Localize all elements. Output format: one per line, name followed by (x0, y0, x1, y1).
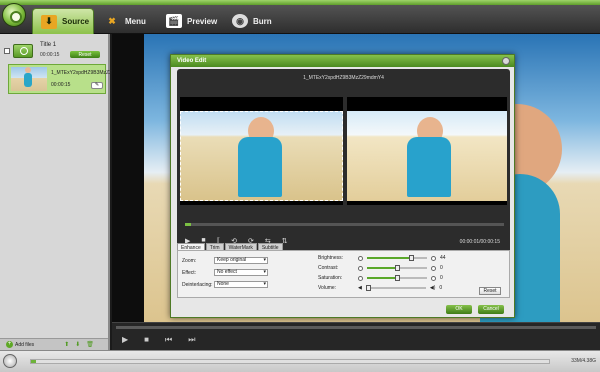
title-strip (0, 0, 600, 5)
dialog-time: 00:00:01/00:00:15 (459, 239, 500, 245)
player-stop-icon[interactable]: ■ (144, 335, 149, 345)
contrast-slider[interactable] (367, 265, 427, 271)
dialog-seek-bar[interactable] (185, 223, 504, 226)
title-reset-button[interactable]: Reset (70, 51, 100, 58)
dvd-title-icon (13, 44, 33, 58)
ok-button[interactable]: OK (446, 305, 472, 314)
flip-vertical-icon[interactable]: ⇅ (282, 237, 288, 245)
clip-thumbnail (11, 67, 47, 91)
title-duration: 00:00:15 (40, 52, 60, 58)
close-icon[interactable] (502, 57, 510, 65)
add-files-button[interactable]: + Add files (6, 341, 34, 348)
contrast-max-icon[interactable] (431, 265, 436, 271)
player-seek-bar[interactable] (116, 326, 596, 329)
output-preview (347, 97, 507, 205)
original-preview (180, 97, 343, 205)
zoom-label: Zoom: (182, 257, 197, 264)
saturation-label: Saturation: (318, 275, 343, 281)
volume-value: 0 (439, 285, 443, 291)
effect-label: Effect: (182, 269, 197, 276)
contrast-value: 0 (440, 265, 443, 271)
player-prev-icon[interactable]: ⏮ (165, 335, 172, 345)
contrast-reset-icon[interactable] (358, 265, 363, 271)
player-play-icon[interactable]: ▶ (122, 335, 128, 345)
tab-source[interactable]: ⬇ Source (32, 8, 94, 34)
brightness-slider[interactable] (367, 255, 427, 261)
volume-mute-icon[interactable]: ◀ (358, 285, 362, 291)
tab-menu-label: Menu (125, 16, 146, 26)
tab-source-label: Source (62, 17, 90, 26)
brightness-reset-icon[interactable] (358, 255, 363, 261)
saturation-reset-icon[interactable] (358, 275, 363, 281)
zoom-select[interactable]: Keep original (214, 257, 268, 264)
preview-icon: 🎬 (166, 14, 182, 28)
saturation-value: 0 (440, 275, 443, 281)
volume-label: Volume: (318, 285, 337, 291)
saturation-max-icon[interactable] (431, 275, 436, 281)
tab-preview[interactable]: 🎬 Preview (158, 8, 222, 34)
crop-box[interactable] (180, 111, 343, 201)
reset-button[interactable]: Reset (479, 287, 501, 295)
clip-item[interactable]: 1_MTExY2xpdHZ9B3MzZ29mdmY4 00:00:15 ✎ (8, 64, 132, 94)
capacity-bar (30, 359, 550, 364)
volume-icon: ◀) (429, 285, 436, 291)
delete-icon[interactable]: 🗑 (86, 341, 94, 348)
dialog-filename: 1_MTExY2xpdHZ9B3MzZ29mdmY4 (303, 75, 384, 81)
disc-icon (3, 354, 17, 368)
burn-icon: ◉ (232, 14, 248, 28)
title-item[interactable]: Title 1 00:00:15 Reset (4, 42, 106, 64)
add-files-label: Add files (15, 341, 35, 348)
sidebar-footer: + Add files ⬆ ⬇ 🗑 (0, 338, 108, 350)
app-logo-icon (2, 3, 26, 27)
sidebar: Title 1 00:00:15 Reset 1_MTExY2xpdHZ9B3M… (0, 34, 132, 350)
enhance-panel: Zoom: Keep original Effect: No effect Dein… (177, 250, 510, 298)
effect-select[interactable]: No effect (214, 269, 268, 276)
tab-burn[interactable]: ◉ Burn (224, 8, 280, 34)
title-checkbox[interactable] (4, 48, 10, 54)
cancel-button[interactable]: Cancel (478, 305, 504, 314)
menu-icon: ✖ (108, 15, 116, 26)
source-icon: ⬇ (41, 14, 57, 29)
player-next-icon[interactable]: ⏭ (188, 335, 195, 345)
move-down-icon[interactable]: ⬇ (75, 341, 80, 348)
brightness-value: 44 (440, 255, 446, 261)
tab-burn-label: Burn (253, 16, 272, 26)
edit-clip-icon[interactable]: ✎ (91, 82, 103, 89)
deinterlacing-select[interactable]: None (214, 281, 268, 288)
dialog-preview-area: 1_MTExY2xpdHZ9B3MzZ29mdmY4 ▶ ■ ⟦ ⟲ ⟳ ⇆ ⇅… (177, 69, 510, 255)
saturation-slider[interactable] (367, 275, 427, 281)
dialog-title: Video Edit (171, 55, 514, 67)
player-bar: ▶ ■ ⏮ ⏭ (112, 322, 600, 350)
brightness-label: Brightness: (318, 255, 344, 261)
volume-slider[interactable] (365, 285, 426, 291)
contrast-label: Contrast: (318, 265, 339, 271)
add-icon: + (6, 341, 13, 348)
video-edit-dialog: Video Edit 1_MTExY2xpdHZ9B3MzZ29mdmY4 ▶ … (170, 54, 515, 318)
title-reset-label: Reset (78, 51, 92, 58)
player-controls: ▶ ■ ⏮ ⏭ (122, 335, 195, 345)
title-label: Title 1 (40, 42, 57, 48)
tab-preview-label: Preview (187, 16, 218, 26)
status-bar: 33M/4.38G (0, 350, 600, 372)
brightness-max-icon[interactable] (431, 255, 436, 261)
clip-duration: 00:00:15 (51, 82, 71, 88)
deinterlacing-label: Deinterlacing: (182, 281, 213, 288)
capacity-text: 33M/4.38G (571, 358, 596, 364)
top-toolbar: ⬇ Source ✖ Menu 🎬 Preview ◉ Burn (0, 0, 600, 34)
move-up-icon[interactable]: ⬆ (64, 341, 69, 348)
tab-menu[interactable]: ✖ Menu (96, 8, 156, 34)
